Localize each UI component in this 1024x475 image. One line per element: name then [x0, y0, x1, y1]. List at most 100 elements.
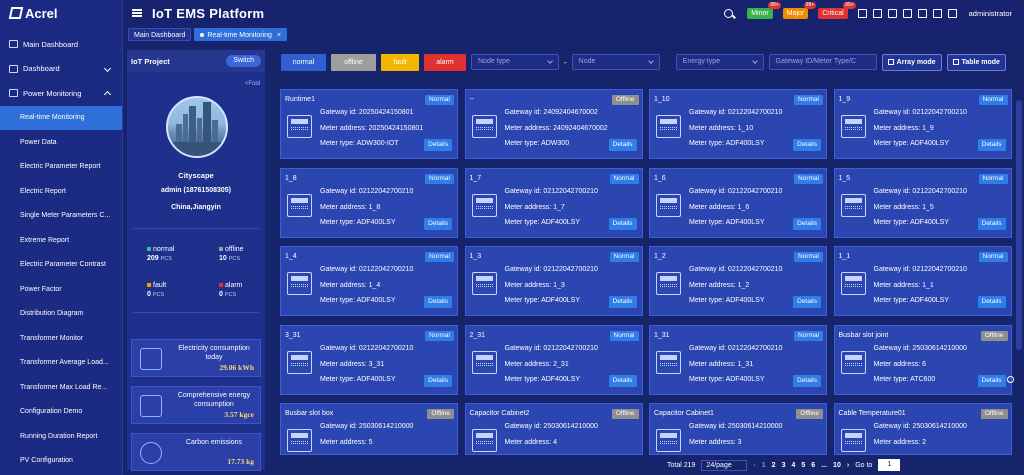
device-card[interactable]: 1_10 Normal Gateway id: 02122042700210 Mete… — [649, 89, 827, 159]
device-card[interactable]: 1_3 Normal Gateway id: 02122042700210 Meter… — [464, 246, 643, 316]
sidebar-item-15[interactable]: Configuration Demo — [0, 400, 122, 425]
details-button[interactable]: Details — [608, 217, 637, 230]
page-3[interactable]: 3 — [782, 462, 786, 469]
tab-1[interactable]: Real-time Monitoring × — [194, 28, 288, 41]
details-button[interactable]: Details — [977, 217, 1006, 230]
sidebar-item-14[interactable]: Transformer Max Load Re... — [0, 375, 122, 400]
page-size-select[interactable]: 24/page — [701, 459, 748, 471]
device-card[interactable]: 1_2 Normal Gateway id: 02122042700210 Meter… — [649, 246, 827, 316]
details-button[interactable]: Details — [977, 139, 1006, 151]
device-card[interactable]: -- Offline Gateway id: 24092404670002 Meter… — [464, 89, 643, 159]
sidebar-item-6[interactable]: Electric Report — [0, 179, 122, 204]
device-card[interactable]: 1_31 Normal Gateway id: 02122042700210 Mete… — [649, 324, 827, 395]
page-1[interactable]: 1 — [762, 462, 766, 469]
meter-address-label: Meter address: — [320, 125, 367, 132]
sidebar-item-17[interactable]: PV Configuration — [0, 449, 122, 474]
device-card[interactable]: Cable Temperature01 Offline Gateway id: 25… — [833, 403, 1012, 455]
details-button[interactable]: Details — [793, 374, 821, 387]
details-button[interactable]: Details — [977, 296, 1006, 308]
device-card[interactable]: 1_7 Normal Gateway id: 02122042700210 Meter… — [464, 167, 643, 238]
fold-toggle[interactable]: <Fold — [245, 81, 260, 87]
sidebar-item-label: Electric Report — [20, 187, 66, 195]
next-page-icon[interactable]: › — [847, 462, 849, 469]
array-mode-button[interactable]: Array mode — [881, 53, 942, 71]
sidebar-item-7[interactable]: Single Meter Parameters C... — [0, 204, 122, 229]
details-button[interactable]: Details — [608, 374, 637, 387]
device-card[interactable]: Capacitor Cabinet1 Offline Gateway id: 250… — [649, 403, 827, 455]
page-2[interactable]: 2 — [772, 462, 776, 469]
scrollbar[interactable] — [1016, 100, 1022, 350]
menu-toggle-icon[interactable] — [132, 9, 142, 17]
fullscreen-icon[interactable] — [887, 8, 897, 18]
device-card[interactable]: 2_31 Normal Gateway id: 02122042700210 Mete… — [464, 324, 643, 395]
details-button[interactable]: Details — [608, 296, 637, 308]
sidebar-item-0[interactable]: Main Dashboard — [0, 32, 122, 57]
device-card[interactable]: Capacitor Cabinet2 Offline Gateway id: 250… — [464, 403, 643, 455]
energy-type-select[interactable]: Energy type — [675, 54, 764, 70]
grid-icon[interactable] — [902, 8, 912, 18]
user-name[interactable]: administrator — [969, 9, 1012, 18]
close-icon[interactable]: × — [277, 32, 281, 39]
device-card[interactable]: Runtime1 Normal Gateway id: 20250424150801… — [280, 89, 458, 159]
prev-page-icon[interactable]: ‹ — [753, 462, 755, 469]
page-6[interactable]: 6 — [811, 462, 815, 469]
table-mode-button[interactable]: Table mode — [946, 53, 1006, 71]
device-card[interactable]: 1_5 Normal Gateway id: 02122042700210 Meter… — [833, 167, 1012, 238]
node-select[interactable]: Node — [571, 54, 660, 70]
device-card[interactable]: Busbar slot box Offline Gateway id: 250306… — [280, 403, 458, 455]
details-button[interactable]: Details — [793, 217, 821, 230]
page-4[interactable]: 4 — [791, 462, 795, 469]
sidebar-item-1[interactable]: Dashboard — [0, 57, 122, 82]
sidebar-item-5[interactable]: Electric Parameter Report — [0, 155, 122, 180]
screen-icon[interactable] — [872, 8, 882, 18]
alarm-badge-critical[interactable]: Critical 99+ — [818, 1, 856, 19]
node-type-select[interactable]: Node type — [471, 54, 559, 70]
chart-icon[interactable] — [917, 8, 927, 18]
details-button[interactable]: Details — [424, 139, 452, 151]
sidebar-item-10[interactable]: Power Factor — [0, 277, 122, 302]
details-button[interactable]: Details — [608, 139, 637, 151]
sidebar-item-11[interactable]: Distribution Diagram — [0, 302, 122, 327]
bulb-icon[interactable] — [932, 8, 942, 18]
sidebar-item-8[interactable]: Extreme Report — [0, 228, 122, 253]
page-ellipsis[interactable]: ... — [821, 462, 827, 469]
shirt-icon[interactable] — [947, 8, 957, 18]
sidebar-item-16[interactable]: Running Duration Report — [0, 424, 122, 449]
goto-input[interactable]: 1 — [878, 459, 901, 471]
sidebar-item-4[interactable]: Power Data — [0, 130, 122, 155]
search-icon[interactable] — [724, 8, 734, 18]
device-card[interactable]: 1_4 Normal Gateway id: 02122042700210 Meter… — [280, 246, 458, 316]
device-card[interactable]: 3_31 Normal Gateway id: 02122042700210 Mete… — [280, 324, 458, 395]
sidebar-item-13[interactable]: Transformer Average Load... — [0, 351, 122, 376]
device-card[interactable]: Busbar slot joint Offline Gateway id: 2503… — [833, 324, 1012, 395]
details-button[interactable]: Details — [977, 374, 1006, 387]
meter-type: Meter type: ADF400LSY — [320, 219, 396, 226]
details-button[interactable]: Details — [793, 139, 821, 151]
filter-offline-button[interactable]: offline — [331, 53, 376, 71]
sidebar-item-9[interactable]: Electric Parameter Contrast — [0, 253, 122, 278]
details-button[interactable]: Details — [424, 374, 452, 387]
details-button[interactable]: Details — [424, 296, 452, 308]
device-name: Busbar slot joint — [838, 331, 889, 339]
page-5[interactable]: 5 — [801, 462, 805, 469]
filter-normal-button[interactable]: normal — [281, 53, 326, 71]
filter-alarm-button[interactable]: alarm — [424, 53, 466, 71]
settings-icon[interactable] — [1007, 376, 1014, 383]
filter-fault-button[interactable]: fault — [381, 53, 419, 71]
switch-button[interactable]: Switch — [226, 55, 261, 67]
details-button[interactable]: Details — [424, 217, 452, 230]
device-card[interactable]: 1_1 Normal Gateway id: 02122042700210 Meter… — [833, 246, 1012, 316]
sidebar-item-12[interactable]: Transformer Monitor — [0, 326, 122, 351]
device-card[interactable]: 1_6 Normal Gateway id: 02122042700210 Meter… — [649, 167, 827, 238]
sidebar-item-2[interactable]: Power Monitoring — [0, 81, 122, 106]
details-button[interactable]: Details — [793, 296, 821, 308]
tab-0[interactable]: Main Dashboard — [128, 28, 192, 41]
bell-icon[interactable] — [857, 8, 867, 18]
sidebar-item-3[interactable]: Real-time Monitoring — [0, 105, 122, 130]
alarm-badge-major[interactable]: Major 99+ — [782, 1, 817, 19]
alarm-badge-minor[interactable]: Minor 99+ — [747, 1, 781, 19]
device-card[interactable]: 1_9 Normal Gateway id: 02122042700210 Meter… — [833, 89, 1012, 159]
device-card[interactable]: 1_8 Normal Gateway id: 02122042700210 Meter… — [280, 167, 458, 238]
page-10[interactable]: 10 — [833, 462, 841, 469]
gateway-search-input[interactable]: Gateway ID/Meter Type/C — [768, 54, 877, 70]
